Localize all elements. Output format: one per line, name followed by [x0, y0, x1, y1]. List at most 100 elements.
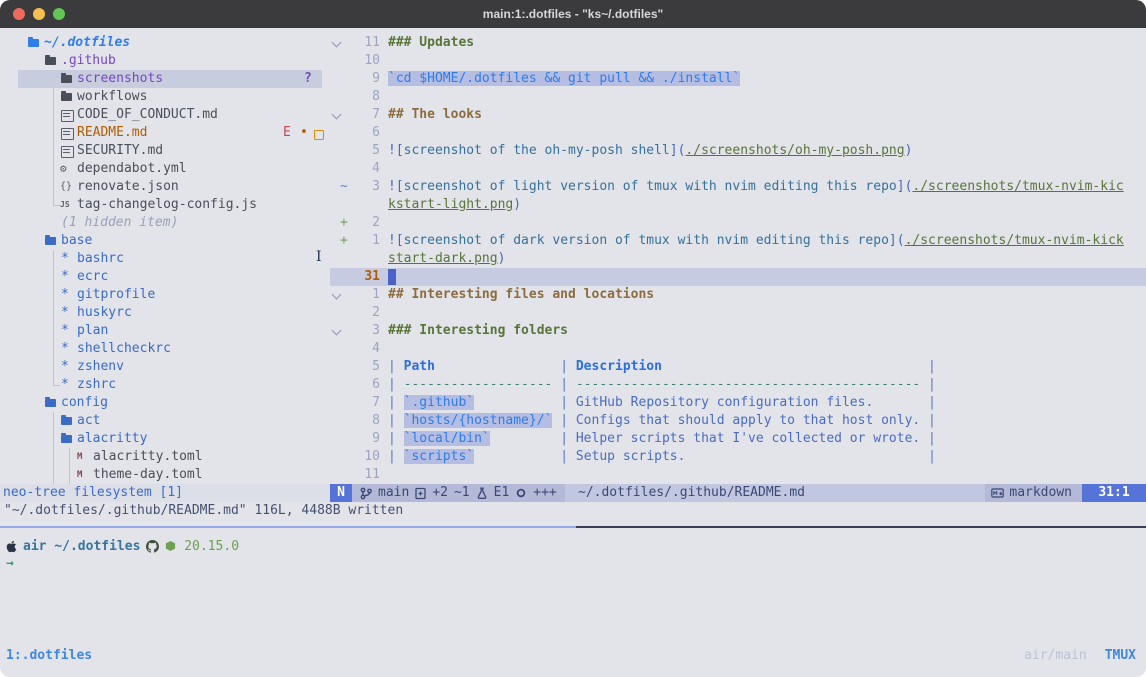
tree-item-shellcheckrc[interactable]: *shellcheckrc [0, 340, 330, 358]
line-number: 8 [340, 412, 380, 430]
editor-line[interactable]: 10| `scripts` | Setup scripts. | [330, 448, 1146, 466]
editor-line[interactable]: 2 [330, 304, 1146, 322]
editor-line[interactable]: 6| ------------------- | ---------------… [330, 376, 1146, 394]
status-marker: ? [304, 70, 312, 88]
line-number: 5 [340, 142, 380, 160]
editor-line[interactable]: 8 [330, 88, 1146, 106]
tree-item-base[interactable]: base [0, 232, 330, 250]
tree-item-github[interactable]: .github [0, 52, 330, 70]
line-text: start-dark.png) [388, 250, 505, 268]
editor-line[interactable]: 7| `.github` | GitHub Repository configu… [330, 394, 1146, 412]
titlebar: main:1:.dotfiles - "ks~/.dotfiles" [0, 0, 1146, 28]
editor-line[interactable]: 4 [330, 340, 1146, 358]
file-icon: * [61, 358, 69, 376]
tree-item-security-md[interactable]: SECURITY.md [0, 142, 330, 160]
editor-line[interactable]: 8| `hosts/{hostname}/` | Configs that sh… [330, 412, 1146, 430]
nodejs-icon [165, 540, 176, 552]
tree-indent-guide [53, 196, 60, 206]
editor-line[interactable]: 5| Path | Description | [330, 358, 1146, 376]
editor-line[interactable]: +2 [330, 214, 1146, 232]
tree-indent-guide [53, 412, 54, 430]
file-icon: * [61, 376, 69, 394]
tree-item-label: (1 hidden item) [61, 214, 178, 232]
tree-item-act[interactable]: act [0, 412, 330, 430]
tree-item-label: renovate.json [77, 178, 179, 196]
tree-item-bashrc[interactable]: *bashrc [0, 250, 330, 268]
line-number: 4 [340, 340, 380, 358]
statusline-position: 31:1 [1082, 484, 1146, 502]
line-text: ![screenshot of light version of tmux wi… [388, 178, 1124, 196]
tree-item-zshenv[interactable]: *zshenv [0, 358, 330, 376]
editor-line[interactable]: 9| `local/bin` | Helper scripts that I'v… [330, 430, 1146, 448]
tree-item-config[interactable]: config [0, 394, 330, 412]
tree-item-gitprofile[interactable]: *gitprofile [0, 286, 330, 304]
tree-indent-guide [53, 448, 54, 466]
editor-line[interactable]: 5![screenshot of the oh-my-posh shell](.… [330, 142, 1146, 160]
tree-indent-guide [69, 448, 70, 466]
tree-item-alacritty[interactable]: alacritty [0, 430, 330, 448]
statusline-filetype-section: markdown [985, 484, 1082, 502]
tree-item-zshrc[interactable]: *zshrc [0, 376, 330, 394]
record-icon [515, 487, 527, 499]
github-icon [146, 540, 159, 553]
tmux-right-section: air/main TMUX [1024, 647, 1136, 665]
line-number: 3 [340, 178, 380, 196]
tree-item-huskyrc[interactable]: *huskyrc [0, 304, 330, 322]
editor-line[interactable]: start-dark.png) [330, 250, 1146, 268]
editor-line[interactable]: +1![screenshot of dark version of tmux w… [330, 232, 1146, 250]
tree-indent-guide [53, 430, 54, 448]
editor-line[interactable]: 7## The looks [330, 106, 1146, 124]
tmux-statusbar: 1:.dotfiles air/main TMUX [0, 647, 1146, 665]
file-icon: * [61, 304, 69, 322]
file-icon: JS [60, 196, 70, 214]
tree-indent-guide [53, 106, 54, 124]
editor-line[interactable]: kstart-light.png) [330, 196, 1146, 214]
close-button[interactable] [13, 8, 25, 20]
tree-indent-guide [53, 340, 54, 358]
shell-prompt[interactable]: air ~/.dotfiles 20.15.0 [6, 537, 239, 555]
tree-item-dotfiles[interactable]: ~/.dotfiles [0, 34, 330, 52]
tree-item-code-of-conduct-md[interactable]: CODE_OF_CONDUCT.md [0, 106, 330, 124]
editor-line[interactable]: 3### Interesting folders [330, 322, 1146, 340]
editor-line[interactable]: 1## Interesting files and locations [330, 286, 1146, 304]
tree-item-alacritty-toml[interactable]: Malacritty.toml [0, 448, 330, 466]
tree-item-label: plan [77, 322, 108, 340]
editor-line[interactable]: 11 [330, 466, 1146, 484]
editor-cursor-line[interactable]: 31 [330, 268, 1146, 286]
terminal-window: main:1:.dotfiles - "ks~/.dotfiles" ~/.do… [0, 0, 1146, 677]
editor-line[interactable]: 10 [330, 52, 1146, 70]
line-number: 9 [340, 70, 380, 88]
folder-icon [45, 57, 56, 65]
tree-item-workflows[interactable]: workflows [0, 88, 330, 106]
git-unstaged-icon [314, 130, 324, 140]
tree-item-tag-changelog-config-js[interactable]: JStag-changelog-config.js [0, 196, 330, 214]
tree-item-renovate-json[interactable]: {}renovate.json [0, 178, 330, 196]
file-icon [61, 128, 74, 140]
statusline-filetype: markdown [1009, 484, 1072, 502]
git-branch-name: main [378, 484, 409, 502]
line-number: 7 [340, 394, 380, 412]
tree-indent-guide [53, 376, 60, 386]
zoom-button[interactable] [53, 8, 65, 20]
editor-line[interactable]: 6 [330, 124, 1146, 142]
minimize-button[interactable] [33, 8, 45, 20]
tree-item-label: .github [61, 52, 116, 70]
tree-item-screenshots[interactable]: screenshots? [0, 70, 330, 88]
tree-item-dependabot-yml[interactable]: ⚙dependabot.yml [0, 160, 330, 178]
tree-item-plan[interactable]: *plan [0, 322, 330, 340]
editor-line[interactable]: 11### Updates [330, 34, 1146, 52]
vim-message-line: "~/.dotfiles/.github/README.md" 116L, 44… [4, 502, 403, 520]
tree-item-ecrc[interactable]: *ecrc [0, 268, 330, 286]
tree-item-readme-md[interactable]: README.mdE• [0, 124, 330, 142]
editor-line[interactable]: 4 [330, 160, 1146, 178]
statusline-git-section: main +2 ~1 E1 +++ [352, 484, 565, 502]
tree-item-label: workflows [77, 88, 147, 106]
tree-item-1-hidden-item[interactable]: (1 hidden item) [0, 214, 330, 232]
prompt-arrow[interactable]: → [6, 555, 14, 573]
tree-item-label: shellcheckrc [77, 340, 171, 358]
tmux-window-item[interactable]: 1:.dotfiles [6, 647, 92, 665]
editor-line[interactable]: ~3![screenshot of light version of tmux … [330, 178, 1146, 196]
editor-line[interactable]: 9`cd $HOME/.dotfiles && git pull && ./in… [330, 70, 1146, 88]
tree-item-label: SECURITY.md [77, 142, 163, 160]
tree-item-theme-day-toml[interactable]: Mtheme-day.toml [0, 466, 330, 484]
